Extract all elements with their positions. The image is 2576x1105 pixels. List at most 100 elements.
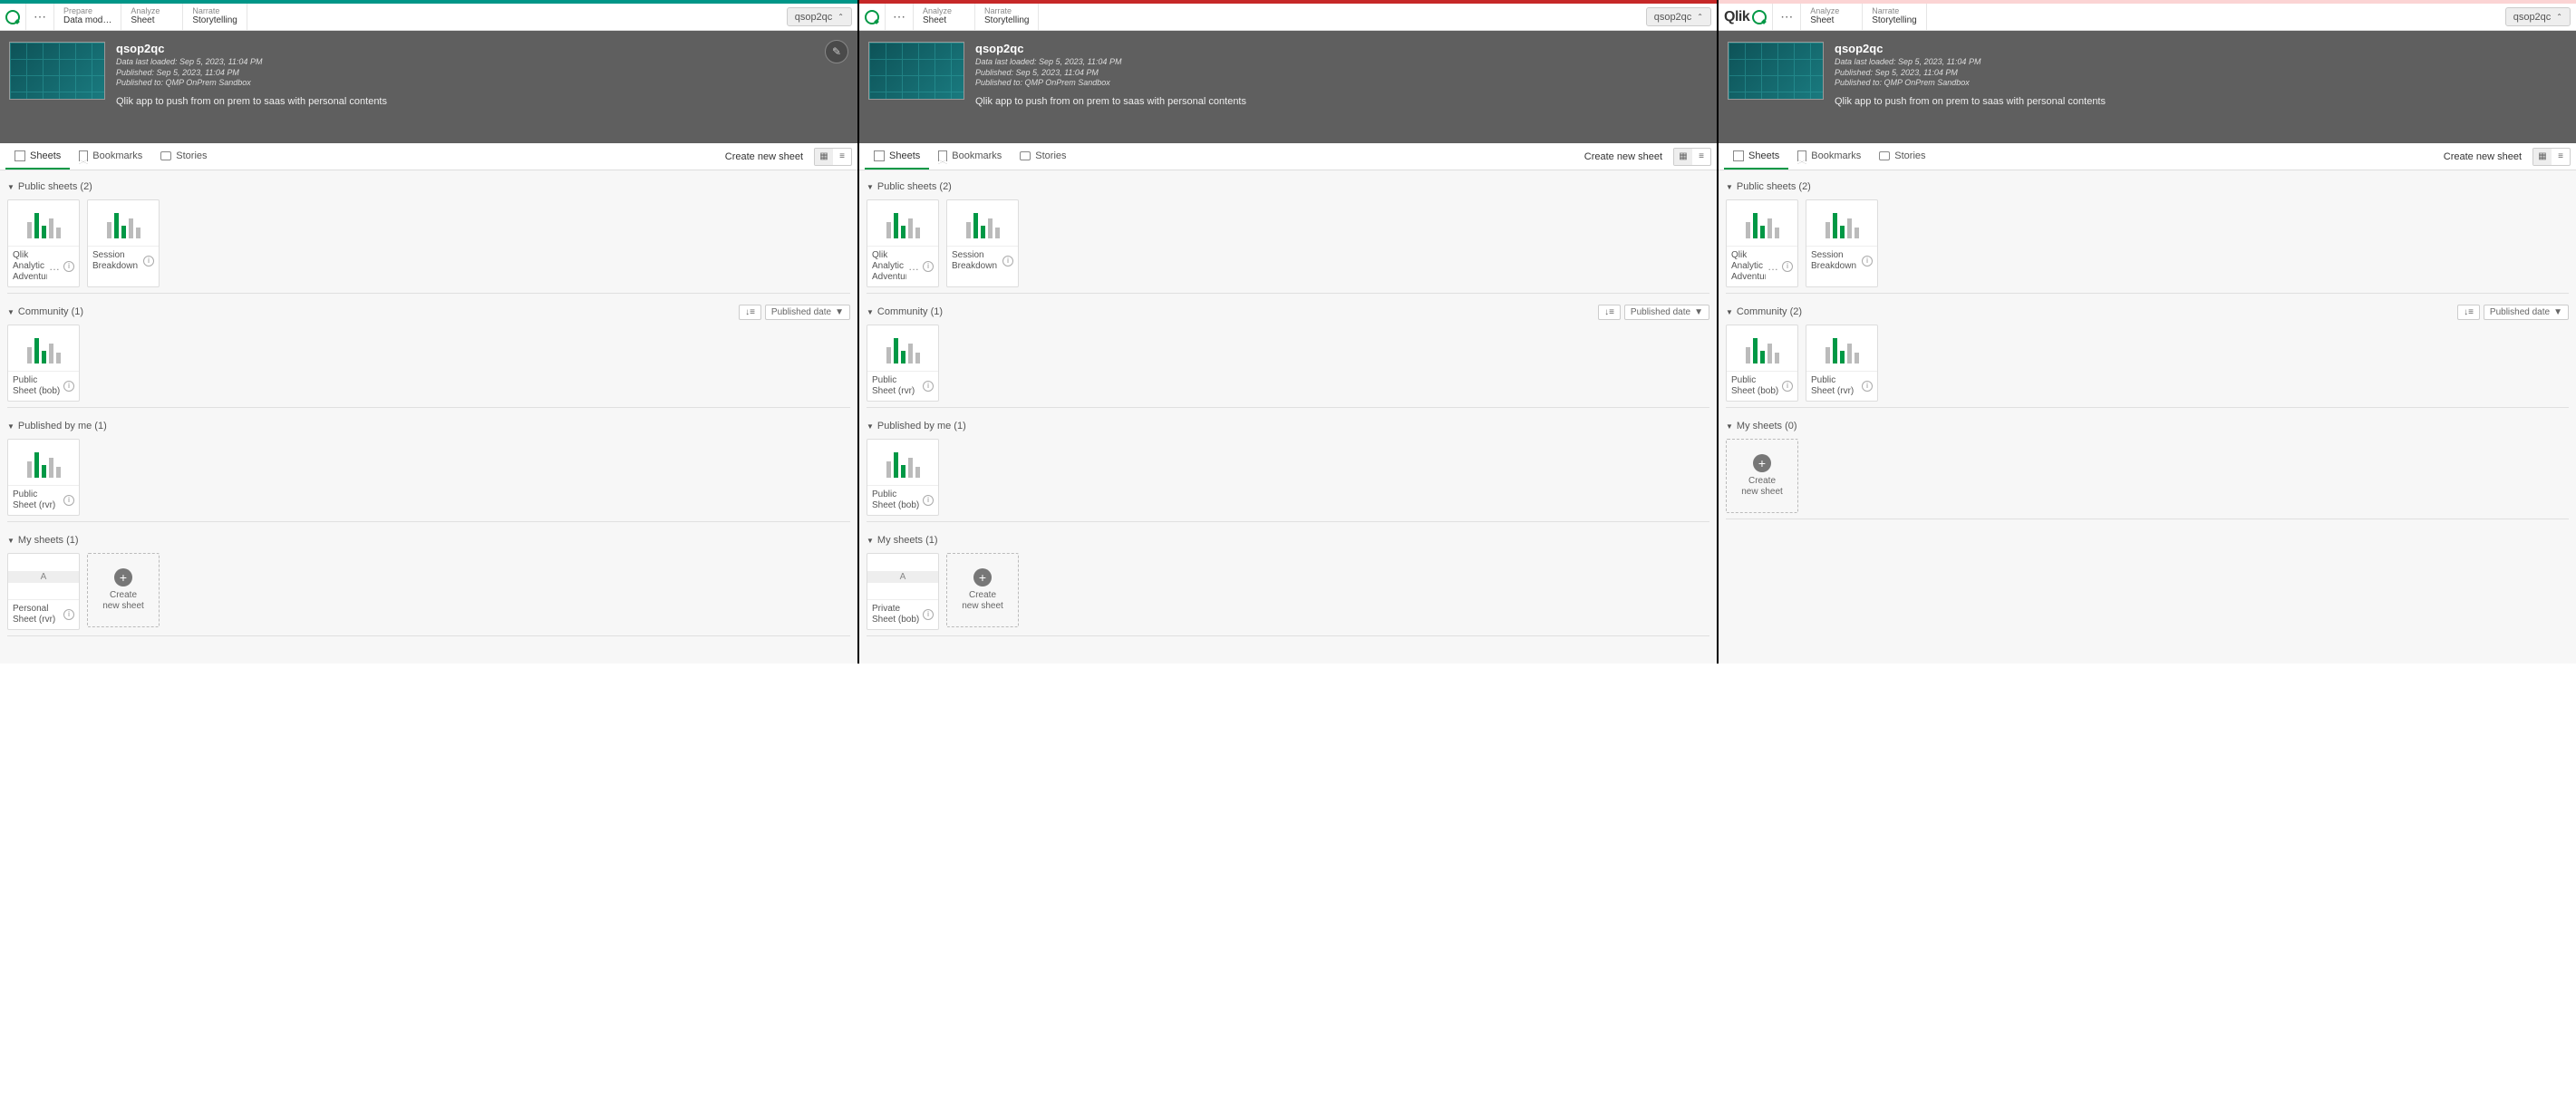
bookmark-icon xyxy=(938,150,947,161)
sheet-tile[interactable]: A Personal Sheet (rvr) i xyxy=(7,553,80,630)
grid-view-button[interactable]: ▦ xyxy=(815,149,833,165)
sheet-tile[interactable]: Public Sheet (bob) i xyxy=(7,325,80,402)
nav-narrate[interactable]: Narrate Storytelling xyxy=(975,4,1039,30)
tile-label: Private Sheet (bob) xyxy=(872,604,921,625)
sheet-tile[interactable]: Qlik Analytic Adventure …i xyxy=(1726,199,1798,287)
section-header[interactable]: ▼ Public sheets (2) xyxy=(867,178,1709,196)
plus-icon: + xyxy=(1753,454,1771,472)
logo[interactable]: Qlik xyxy=(1719,4,1773,30)
section-header[interactable]: ▼ My sheets (1) xyxy=(7,531,850,549)
section-header[interactable]: ▼ Community (1) xyxy=(7,303,739,321)
create-sheet-tile[interactable]: + Createnew sheet xyxy=(87,553,160,627)
section-title: Public sheets (2) xyxy=(1737,181,1811,192)
list-view-button[interactable]: ≡ xyxy=(2552,149,2570,165)
section-header[interactable]: ▼ Community (1) xyxy=(867,303,1598,321)
app-hero: qsop2qc Data last loaded: Sep 5, 2023, 1… xyxy=(1719,31,2576,143)
info-icon[interactable]: i xyxy=(63,381,74,392)
list-view-button[interactable]: ≡ xyxy=(1692,149,1710,165)
section-header[interactable]: ▼ My sheets (1) xyxy=(867,531,1709,549)
sheet-tile[interactable]: Session Breakdown i xyxy=(87,199,160,287)
tab-bookmarks[interactable]: Bookmarks xyxy=(1788,143,1870,170)
logo[interactable] xyxy=(859,4,886,30)
section-header[interactable]: ▼ Published by me (1) xyxy=(867,417,1709,435)
info-icon[interactable]: i xyxy=(1862,381,1873,392)
chevron-down-icon: ▼ xyxy=(2553,307,2562,317)
info-icon[interactable]: i xyxy=(143,256,154,267)
section-header[interactable]: ▼ My sheets (0) xyxy=(1726,417,2569,435)
sheet-tile[interactable]: Public Sheet (rvr) i xyxy=(1806,325,1878,402)
app-hero: qsop2qc Data last loaded: Sep 5, 2023, 1… xyxy=(859,31,1717,143)
tab-bookmarks[interactable]: Bookmarks xyxy=(929,143,1011,170)
global-menu-button[interactable]: ⋯ xyxy=(1773,4,1801,30)
sheets-icon xyxy=(1733,150,1744,161)
sheet-tile[interactable]: Session Breakdown i xyxy=(1806,199,1878,287)
global-menu-button[interactable]: ⋯ xyxy=(886,4,914,30)
tab-stories[interactable]: Stories xyxy=(1011,143,1075,170)
logo[interactable] xyxy=(0,4,26,30)
info-icon[interactable]: i xyxy=(1782,261,1793,272)
sheet-tile[interactable]: Qlik Analytic Adventure …i xyxy=(7,199,80,287)
info-icon[interactable]: i xyxy=(63,609,74,620)
info-icon[interactable]: i xyxy=(1862,256,1873,267)
tab-sheets[interactable]: Sheets xyxy=(1724,143,1788,170)
info-icon[interactable]: i xyxy=(1782,381,1793,392)
create-new-sheet-link[interactable]: Create new sheet xyxy=(2436,151,2529,162)
sheet-tile[interactable]: A Private Sheet (bob) i xyxy=(867,553,939,630)
tab-bookmarks[interactable]: Bookmarks xyxy=(70,143,151,170)
section-header[interactable]: ▼ Public sheets (2) xyxy=(7,178,850,196)
sheet-tile[interactable]: Qlik Analytic Adventure …i xyxy=(867,199,939,287)
info-icon[interactable]: i xyxy=(1002,256,1013,267)
section-header[interactable]: ▼ Community (2) xyxy=(1726,303,2457,321)
info-icon[interactable]: i xyxy=(923,609,934,620)
grid-view-button[interactable]: ▦ xyxy=(2533,149,2552,165)
app-dropdown[interactable]: qsop2qc ⌃ xyxy=(787,7,852,26)
sort-order-button[interactable]: ↓≡ xyxy=(739,305,761,320)
global-menu-button[interactable]: ⋯ xyxy=(26,4,54,30)
create-new-sheet-link[interactable]: Create new sheet xyxy=(1577,151,1670,162)
sort-field-dropdown[interactable]: Published date ▼ xyxy=(1624,305,1709,320)
edit-button[interactable]: ✎ xyxy=(825,40,848,63)
tab-sheets[interactable]: Sheets xyxy=(5,143,70,170)
nav-narrate[interactable]: Narrate Storytelling xyxy=(183,4,247,30)
info-icon[interactable]: i xyxy=(923,495,934,506)
tile-menu-icon[interactable]: … xyxy=(1766,260,1780,273)
sort-order-button[interactable]: ↓≡ xyxy=(1598,305,1621,320)
tab-stories[interactable]: Stories xyxy=(151,143,216,170)
tile-label: Session Breakdown xyxy=(92,250,141,272)
collapse-icon: ▼ xyxy=(867,308,874,316)
tile-menu-icon[interactable]: … xyxy=(47,260,62,273)
section-header[interactable]: ▼ Public sheets (2) xyxy=(1726,178,2569,196)
bookmark-icon xyxy=(79,150,88,161)
nav-narrate[interactable]: Narrate Storytelling xyxy=(1863,4,1926,30)
section-header[interactable]: ▼ Published by me (1) xyxy=(7,417,850,435)
list-view-button[interactable]: ≡ xyxy=(833,149,851,165)
sheet-thumbnail xyxy=(1727,325,1797,371)
create-sheet-tile[interactable]: + Createnew sheet xyxy=(946,553,1019,627)
grid-view-button[interactable]: ▦ xyxy=(1674,149,1692,165)
info-icon[interactable]: i xyxy=(63,261,74,272)
app-dropdown[interactable]: qsop2qc ⌃ xyxy=(1646,7,1711,26)
create-new-sheet-link[interactable]: Create new sheet xyxy=(718,151,810,162)
info-icon[interactable]: i xyxy=(63,495,74,506)
tab-sheets[interactable]: Sheets xyxy=(865,143,929,170)
app-thumbnail xyxy=(9,42,105,100)
sort-field-dropdown[interactable]: Published date ▼ xyxy=(2484,305,2569,320)
nav-prepare[interactable]: Prepare Data mod… xyxy=(54,4,121,30)
tab-stories[interactable]: Stories xyxy=(1870,143,1934,170)
nav-analyze[interactable]: Analyze Sheet xyxy=(1801,4,1863,30)
sheet-tile[interactable]: Public Sheet (rvr) i xyxy=(867,325,939,402)
sheet-tile[interactable]: Public Sheet (bob) i xyxy=(867,439,939,516)
sheet-tile[interactable]: Public Sheet (rvr) i xyxy=(7,439,80,516)
section-title: My sheets (1) xyxy=(18,535,79,546)
sheet-tile[interactable]: Session Breakdown i xyxy=(946,199,1019,287)
sort-order-button[interactable]: ↓≡ xyxy=(2457,305,2480,320)
sort-field-dropdown[interactable]: Published date ▼ xyxy=(765,305,850,320)
nav-analyze[interactable]: Analyze Sheet xyxy=(121,4,183,30)
info-icon[interactable]: i xyxy=(923,381,934,392)
tile-menu-icon[interactable]: … xyxy=(906,260,921,273)
info-icon[interactable]: i xyxy=(923,261,934,272)
nav-analyze[interactable]: Analyze Sheet xyxy=(914,4,975,30)
create-sheet-tile[interactable]: + Createnew sheet xyxy=(1726,439,1798,513)
app-dropdown[interactable]: qsop2qc ⌃ xyxy=(2505,7,2571,26)
sheet-tile[interactable]: Public Sheet (bob) i xyxy=(1726,325,1798,402)
